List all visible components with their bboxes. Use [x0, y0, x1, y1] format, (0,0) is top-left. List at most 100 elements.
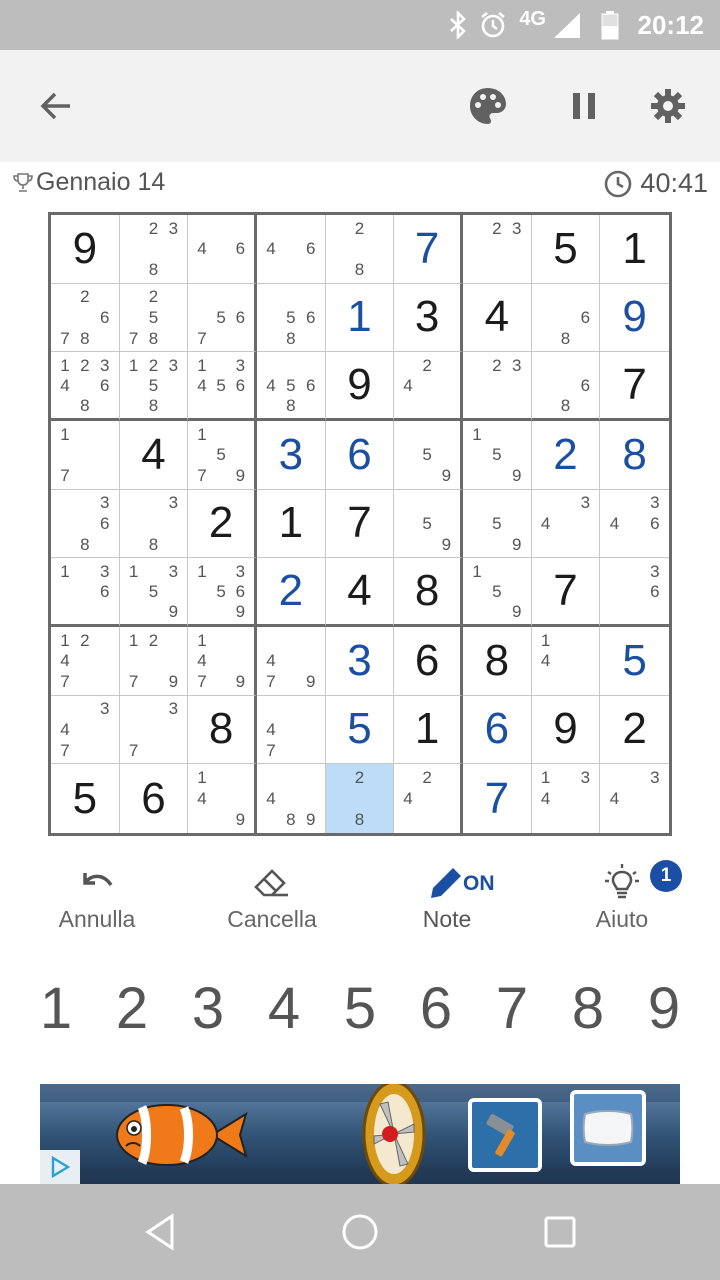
board-cell[interactable]: 59 [394, 489, 463, 559]
board-cell[interactable]: 1 [600, 215, 669, 284]
board-cell[interactable]: 7 [600, 352, 669, 421]
settings-button[interactable] [640, 78, 696, 134]
board-cell[interactable]: 37 [119, 695, 189, 765]
board-cell[interactable]: 2 [256, 558, 326, 627]
board-cell[interactable]: 368 [51, 489, 120, 559]
board-cell[interactable]: 28 [325, 215, 395, 284]
board-cell[interactable]: 47 [256, 695, 326, 765]
board-cell[interactable]: 7 [394, 215, 463, 284]
board-cell[interactable]: 17 [51, 420, 120, 490]
board-cell[interactable]: 7 [463, 764, 532, 833]
board-cell[interactable]: 1 [256, 489, 326, 559]
board-cell[interactable]: 9 [325, 352, 395, 421]
back-button[interactable] [28, 78, 84, 134]
ad-choices-badge[interactable] [40, 1150, 80, 1184]
board-cell[interactable]: 8 [188, 695, 257, 765]
board-cell[interactable]: 5 [51, 764, 120, 833]
board-cell[interactable]: 4 [325, 558, 395, 627]
board-cell[interactable]: 6 [462, 695, 532, 765]
board-cell[interactable]: 23 [462, 352, 532, 421]
number-button-8[interactable]: 8 [550, 968, 626, 1048]
board-cell[interactable]: 12 7 9 [119, 626, 189, 696]
pause-button[interactable] [556, 78, 612, 134]
board-cell[interactable]: 6 [394, 626, 463, 696]
board-cell[interactable]: 5 [600, 627, 669, 696]
board-cell[interactable]: 6 [325, 420, 395, 490]
board-cell[interactable]: 2578 [119, 283, 189, 353]
board-cell[interactable]: 8 [600, 421, 669, 490]
board-cell[interactable]: 46 [188, 215, 257, 284]
board-cell[interactable]: 1 36 [51, 558, 120, 627]
board-cell[interactable]: 9 [600, 284, 669, 353]
board-cell[interactable]: 23 [462, 215, 532, 284]
board-cell[interactable]: 56 7 [188, 283, 257, 353]
board-cell[interactable]: 38 [119, 489, 189, 559]
board-cell[interactable]: 1247 [51, 626, 120, 696]
board-cell[interactable]: 34 [600, 764, 669, 833]
board-cell[interactable]: 5 [531, 215, 601, 284]
board-cell[interactable]: 1 3569 [188, 558, 257, 627]
nav-home-button[interactable] [334, 1206, 386, 1258]
board-cell[interactable]: 3 4 6 [600, 490, 669, 559]
board-cell[interactable]: 123 4 68 [51, 352, 120, 421]
board-cell[interactable]: 2 [600, 696, 669, 765]
board-cell[interactable]: 1 359 [119, 558, 189, 627]
board-cell[interactable]: 12358 [119, 352, 189, 421]
board-cell[interactable]: 489 [257, 764, 326, 833]
board-cell[interactable]: 6 [120, 764, 189, 833]
board-cell[interactable]: 1 3 456 [188, 352, 257, 421]
board-cell[interactable]: 568 [256, 283, 326, 353]
erase-button[interactable]: Cancella [192, 850, 352, 950]
board-cell[interactable]: 1 [394, 695, 463, 765]
board-cell[interactable]: 59 [462, 489, 532, 559]
ad-banner[interactable] [40, 1084, 680, 1184]
board-cell[interactable]: 28 [325, 764, 395, 833]
board-cell[interactable]: 159 [462, 420, 532, 490]
nav-recents-button[interactable] [534, 1206, 586, 1258]
board-cell[interactable]: 5 [325, 695, 395, 765]
number-button-3[interactable]: 3 [170, 968, 246, 1048]
board-cell[interactable]: 3 47 [51, 695, 120, 765]
board-cell[interactable]: 8 [462, 626, 532, 696]
board-cell[interactable]: 24 [394, 764, 463, 833]
number-button-7[interactable]: 7 [474, 968, 550, 1048]
board-cell[interactable]: 3 [325, 626, 395, 696]
board-cell[interactable]: 3 [394, 283, 463, 353]
board-cell[interactable]: 4 [119, 420, 189, 490]
board-cell[interactable]: 26 78 [51, 283, 120, 353]
board-cell[interactable]: 14 9 [188, 764, 257, 833]
undo-button[interactable]: Annulla [17, 850, 177, 950]
notes-toggle-button[interactable]: ON Note [367, 850, 527, 950]
board-cell[interactable]: 7 [325, 489, 395, 559]
number-button-6[interactable]: 6 [398, 968, 474, 1048]
number-button-5[interactable]: 5 [322, 968, 398, 1048]
board-cell[interactable]: 147 9 [188, 626, 257, 696]
number-button-9[interactable]: 9 [626, 968, 702, 1048]
number-button-4[interactable]: 4 [246, 968, 322, 1048]
nav-back-button[interactable] [134, 1206, 186, 1258]
board-cell[interactable]: 7 [531, 558, 601, 627]
number-button-2[interactable]: 2 [94, 968, 170, 1048]
board-cell[interactable]: 1579 [188, 420, 257, 490]
board-cell[interactable]: 68 [531, 352, 601, 421]
number-button-1[interactable]: 1 [18, 968, 94, 1048]
board-cell[interactable]: 1 3 4 [532, 764, 601, 833]
board-cell[interactable]: 36 [600, 558, 669, 627]
board-cell[interactable]: 23 8 [119, 215, 189, 284]
board-cell[interactable]: 8 [394, 558, 463, 627]
board-cell[interactable]: 47 9 [256, 626, 326, 696]
board-cell[interactable]: 14 [531, 626, 601, 696]
board-cell[interactable]: 46 [256, 215, 326, 284]
board-cell[interactable]: 34 [531, 489, 601, 559]
board-cell[interactable]: 9 [51, 215, 120, 284]
board-cell[interactable]: 159 [462, 558, 532, 627]
board-cell[interactable]: 59 [394, 420, 463, 490]
theme-button[interactable] [460, 78, 516, 134]
board-cell[interactable]: 4568 [256, 352, 326, 421]
board-cell[interactable]: 4 [462, 283, 532, 353]
hint-button[interactable]: 1 Aiuto [542, 850, 702, 950]
board-cell[interactable]: 24 [394, 352, 463, 421]
board-cell[interactable]: 3 [256, 420, 326, 490]
board-cell[interactable]: 1 [325, 283, 395, 353]
board-cell[interactable]: 9 [531, 695, 601, 765]
